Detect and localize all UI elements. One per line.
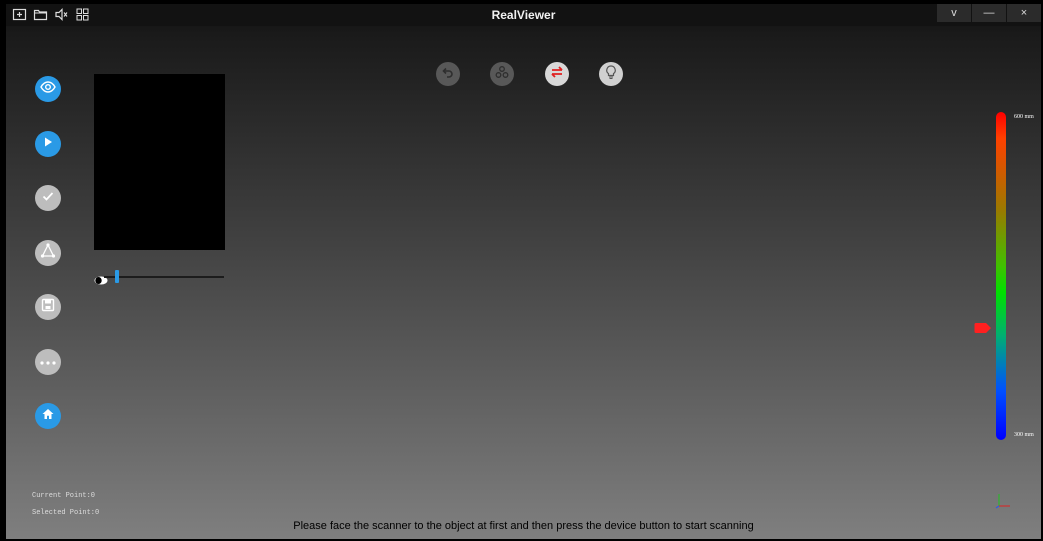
current-point-count: Current Point:0	[32, 492, 96, 500]
depth-min-label: 300 mm	[1014, 432, 1034, 438]
dropdown-button[interactable]: v	[937, 4, 971, 22]
undo-icon	[441, 65, 455, 84]
mesh-triangle-icon	[39, 242, 57, 265]
depth-color-scale	[996, 112, 1006, 440]
eye-icon	[39, 78, 57, 101]
more-button[interactable]	[35, 349, 61, 375]
window-title: RealViewer	[491, 8, 556, 22]
close-button[interactable]: ×	[1007, 4, 1041, 22]
undo-button[interactable]	[436, 62, 460, 86]
mesh-button[interactable]	[35, 240, 61, 266]
save-button[interactable]	[35, 294, 61, 320]
axis-gizmo-icon	[994, 488, 1012, 510]
confirm-button[interactable]	[35, 185, 61, 211]
save-icon	[40, 297, 56, 318]
home-button[interactable]	[35, 403, 61, 429]
points-icon	[494, 64, 510, 85]
play-button[interactable]	[35, 131, 61, 157]
more-icon	[39, 353, 57, 371]
swap-button[interactable]	[545, 62, 569, 86]
home-icon	[40, 406, 56, 427]
depth-max-label: 600 mm	[1014, 114, 1034, 120]
check-icon	[40, 188, 56, 209]
preview-button[interactable]	[35, 76, 61, 102]
camera-preview	[94, 74, 225, 250]
exposure-slider-handle[interactable]	[115, 270, 119, 283]
app-window: RealViewer v — × 600 mm 300 mm Current P…	[6, 4, 1041, 539]
selected-point-count: Selected Point:0	[32, 509, 100, 517]
play-icon	[41, 135, 55, 154]
swap-icon	[549, 64, 565, 85]
minimize-button[interactable]: —	[972, 4, 1006, 22]
light-button[interactable]	[599, 62, 623, 86]
status-message: Please face the scanner to the object at…	[293, 520, 754, 532]
window-controls: v — ×	[936, 4, 1041, 22]
lightbulb-icon	[604, 64, 618, 85]
points-button[interactable]	[490, 62, 514, 86]
title-bar: RealViewer v — ×	[6, 4, 1041, 26]
depth-marker[interactable]	[974, 321, 992, 333]
exposure-slider[interactable]	[104, 276, 224, 278]
